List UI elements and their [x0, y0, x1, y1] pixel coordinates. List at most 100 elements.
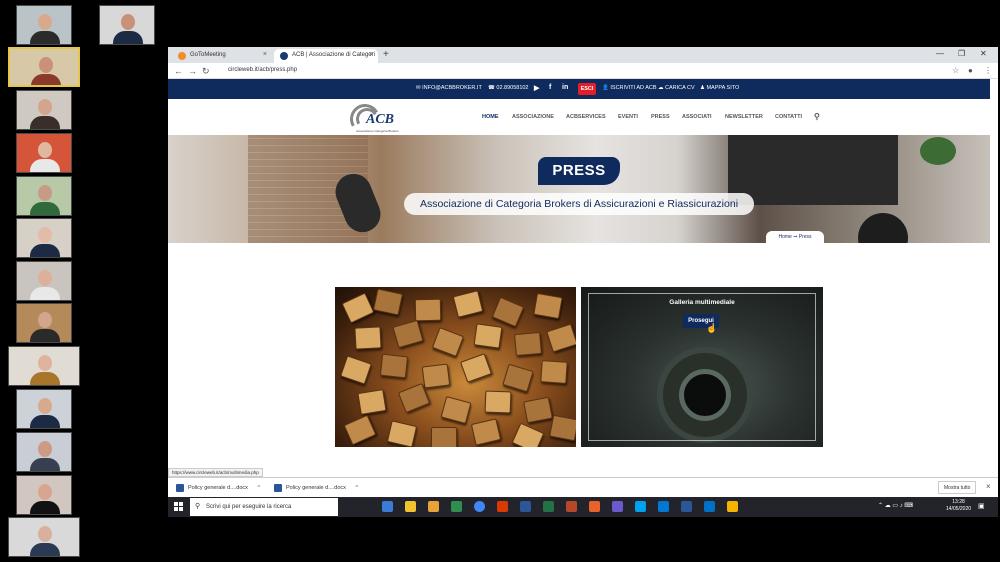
participant-video[interactable]: [8, 47, 80, 87]
participant-video[interactable]: [16, 90, 72, 130]
taskbar-app-icon[interactable]: [497, 501, 508, 512]
tab-acb[interactable]: ACB | Associazione di Categori ×: [274, 49, 378, 63]
notifications-icon[interactable]: ▣: [978, 502, 985, 510]
nav-newsletter[interactable]: NEWSLETTER: [725, 114, 763, 120]
taskbar-app-icon[interactable]: [428, 501, 439, 512]
taskbar-app-icon[interactable]: [589, 501, 600, 512]
participant-face: [121, 14, 135, 30]
status-url: https://www.circleweb.it/acb/multimedia.…: [168, 468, 263, 477]
participant-video[interactable]: [16, 261, 72, 301]
taskbar-app-icon[interactable]: [681, 501, 692, 512]
participant-video[interactable]: [16, 5, 72, 45]
nav-contatti[interactable]: CONTATTI: [775, 114, 802, 120]
taskbar-search-input[interactable]: ⚲ Scrivi qui per eseguire la ricerca: [190, 498, 338, 516]
forward-icon[interactable]: →: [188, 66, 197, 76]
type-block: [470, 418, 502, 446]
breadcrumb[interactable]: Home ➞ Press: [766, 231, 824, 243]
nav-associazione[interactable]: ASSOCIAZIONE: [512, 114, 554, 120]
nav-eventi[interactable]: EVENTI: [618, 114, 638, 120]
participant-video[interactable]: [16, 432, 72, 472]
minimize-icon[interactable]: —: [936, 49, 944, 58]
participant-body: [113, 31, 143, 44]
taskbar-app-icon[interactable]: [566, 501, 577, 512]
taskbar-app-icon[interactable]: [543, 501, 554, 512]
taskbar-app-icon[interactable]: [382, 501, 393, 512]
participant-body: [30, 372, 60, 385]
url-field[interactable]: circleweb.it/acb/press.php: [228, 67, 297, 73]
bookmark-star-icon[interactable]: ☆: [952, 66, 959, 75]
taskbar-app-icon[interactable]: [704, 501, 715, 512]
tab-label: ACB | Associazione di Categori: [292, 52, 375, 58]
taskbar-app-icon[interactable]: [405, 501, 416, 512]
linkedin-icon[interactable]: in: [562, 84, 568, 91]
participant-video[interactable]: [99, 5, 155, 45]
type-block: [549, 414, 576, 442]
press-letterpress-image[interactable]: [335, 287, 576, 447]
youtube-icon[interactable]: ▶: [534, 84, 539, 92]
taskbar-app-icon[interactable]: [520, 501, 531, 512]
nav-press[interactable]: PRESS: [651, 114, 670, 120]
participant-video[interactable]: [16, 303, 72, 343]
type-block: [354, 326, 382, 350]
taskbar-app-icon[interactable]: [658, 501, 669, 512]
tray-icons[interactable]: ⌃ ☁ ▭ ♪ ⌨: [878, 502, 913, 509]
maximize-icon[interactable]: ❐: [958, 49, 965, 58]
download-item[interactable]: Policy generale d....docx ^: [274, 482, 358, 494]
participant-video[interactable]: [8, 346, 80, 386]
logo-tagline: Associazione Categoria Brokers: [356, 129, 399, 133]
tab-strip: GoToMeeting × ACB | Associazione di Cate…: [168, 47, 998, 63]
participant-video[interactable]: [16, 133, 72, 173]
taskbar-app-icon[interactable]: [474, 501, 485, 512]
search-icon[interactable]: ⚲: [814, 112, 820, 121]
profile-icon[interactable]: ●: [968, 66, 973, 75]
phone-link[interactable]: ☎ 02.89058102: [488, 85, 529, 91]
type-block: [386, 420, 418, 447]
acb-logo[interactable]: ACB Associazione Categoria Brokers: [346, 100, 400, 138]
clock-time: 13:28: [952, 499, 965, 505]
gallery-card[interactable]: Galleria multimediale Prosegui ☝: [581, 287, 823, 447]
participant-video[interactable]: [8, 517, 80, 557]
browser-menu-icon[interactable]: ⋮: [984, 66, 992, 75]
type-block: [511, 422, 545, 447]
download-item[interactable]: Policy generale d....docx ^: [176, 482, 260, 494]
chevron-up-icon[interactable]: ^: [257, 485, 260, 491]
tab-close-icon[interactable]: ×: [369, 51, 373, 58]
type-block: [341, 292, 375, 324]
participant-face: [38, 99, 52, 115]
nav-associati[interactable]: ASSOCIATI: [682, 114, 712, 120]
mappa-sito-link[interactable]: ♟ MAPPA SITO: [700, 85, 739, 91]
back-icon[interactable]: ←: [174, 66, 183, 76]
type-block: [414, 298, 442, 322]
nav-home[interactable]: HOME: [482, 114, 499, 120]
taskbar-app-icon[interactable]: [727, 501, 738, 512]
windows-taskbar: ⚲ Scrivi qui per eseguire la ricerca ⌃ ☁…: [168, 497, 998, 517]
participant-face: [38, 484, 52, 500]
browser-window: GoToMeeting × ACB | Associazione di Cate…: [168, 47, 998, 517]
show-all-button[interactable]: Mostra tutto: [938, 481, 977, 494]
downloads-close-icon[interactable]: ×: [986, 482, 991, 491]
carica-cv-link[interactable]: ☁ CARICA CV: [658, 85, 695, 91]
acb-favicon-icon: [280, 52, 288, 60]
facebook-icon[interactable]: f: [549, 84, 551, 91]
taskbar-app-icon[interactable]: [612, 501, 623, 512]
gallery-title: Galleria multimediale: [669, 299, 735, 306]
email-link[interactable]: ✉ INFO@ACBBROKER.IT: [416, 85, 482, 91]
window-close-icon[interactable]: ✕: [980, 49, 987, 58]
chevron-up-icon[interactable]: ^: [355, 485, 358, 491]
participant-video[interactable]: [16, 218, 72, 258]
participant-video[interactable]: [16, 176, 72, 216]
logout-button[interactable]: ESCI: [578, 83, 596, 95]
tab-gotomeeting[interactable]: GoToMeeting ×: [172, 49, 272, 63]
new-tab-button[interactable]: +: [383, 49, 389, 60]
taskbar-app-icon[interactable]: [451, 501, 462, 512]
participant-video[interactable]: [16, 475, 72, 515]
participant-video[interactable]: [16, 389, 72, 429]
taskbar-clock[interactable]: 13:28 14/05/2020: [946, 499, 971, 513]
taskbar-app-icon[interactable]: [635, 501, 646, 512]
reload-icon[interactable]: ↻: [202, 66, 210, 77]
iscriviti-link[interactable]: 👤 ISCRIVITI AD ACB: [602, 85, 657, 91]
site-header: ACB Associazione Categoria Brokers HOME …: [168, 99, 990, 138]
nav-acbservices[interactable]: ACBSERVICES: [566, 114, 606, 120]
windows-start-icon[interactable]: [174, 502, 183, 511]
tab-close-icon[interactable]: ×: [263, 51, 267, 58]
